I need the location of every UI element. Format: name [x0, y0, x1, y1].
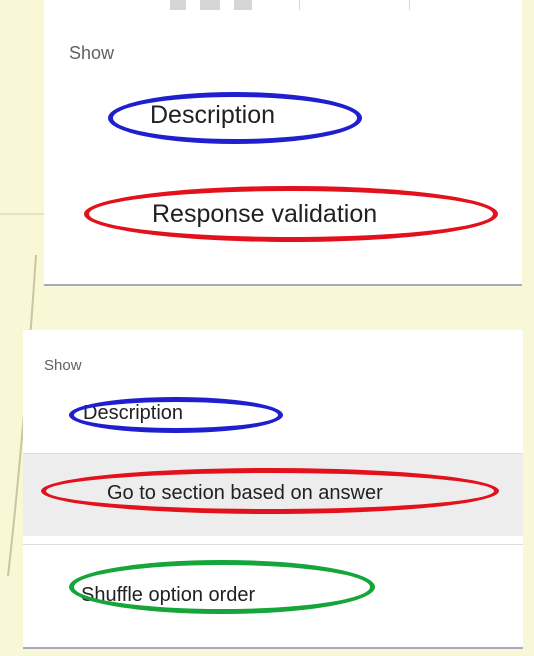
- menu-section-heading: Show: [44, 357, 82, 374]
- show-menu-multiple-choice: Show Description Go to section based on …: [23, 330, 523, 649]
- show-menu-short-answer: Show Description Response validation: [44, 0, 522, 286]
- toolbar-divider: [409, 0, 410, 10]
- menu-item-label: Description: [83, 402, 184, 424]
- menu-item-response-validation[interactable]: Response validation: [44, 180, 522, 248]
- menu-item-description[interactable]: Description: [44, 88, 522, 148]
- toolbar-icon-fragment: [234, 0, 252, 10]
- menu-item-label: Description: [150, 101, 276, 129]
- toolbar-remnant: [44, 0, 522, 12]
- toolbar-icon-fragment: [200, 0, 220, 10]
- menu-divider: [23, 544, 523, 545]
- menu-section-heading: Show: [69, 43, 115, 63]
- toolbar-divider: [299, 0, 300, 10]
- menu-item-label: Response validation: [152, 200, 378, 228]
- menu-item-label: Go to section based on answer: [107, 482, 383, 504]
- toolbar-icon-fragment: [170, 0, 186, 10]
- menu-item-shuffle-option-order[interactable]: Shuffle option order: [23, 556, 523, 622]
- menu-item-label: Shuffle option order: [81, 584, 256, 606]
- menu-item-go-to-section[interactable]: Go to section based on answer: [23, 454, 523, 536]
- menu-item-description[interactable]: Description: [23, 388, 523, 438]
